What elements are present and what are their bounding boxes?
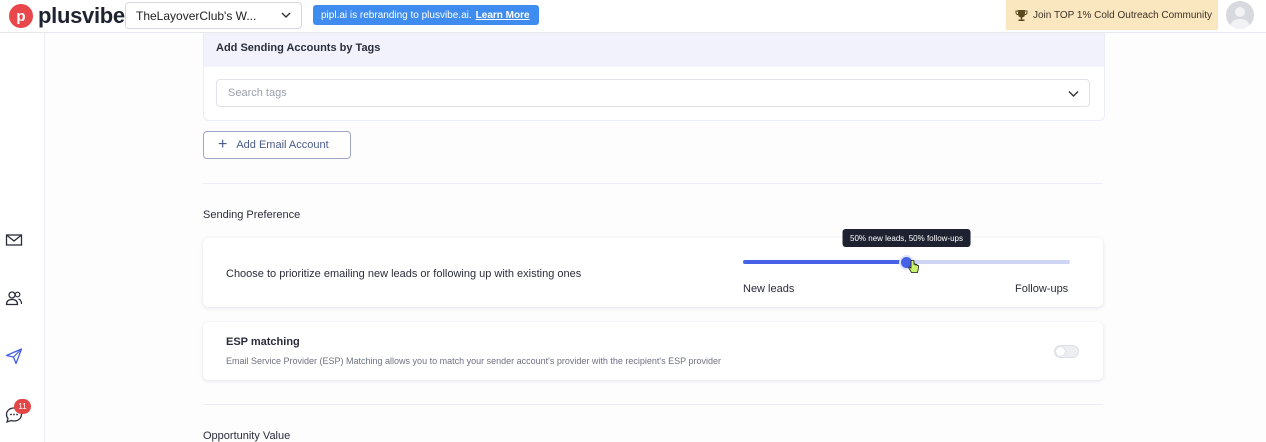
workspace-name: TheLayoverClub's W...: [136, 8, 257, 23]
slider-label-follow-ups: Follow-ups: [1015, 283, 1069, 295]
send-icon[interactable]: [5, 347, 23, 365]
main-content: Add Sending Accounts by Tags Search tags…: [45, 33, 1266, 442]
chevron-down-icon: [281, 12, 291, 18]
community-text: Join TOP 1% Cold Outreach Community: [1033, 9, 1212, 21]
avatar-silhouette-icon: [1230, 7, 1250, 29]
esp-matching-title: ESP matching: [226, 336, 300, 348]
sending-preference-card: Choose to prioritize emailing new leads …: [203, 229, 1103, 307]
plus-icon: +: [218, 136, 228, 153]
user-avatar[interactable]: [1226, 1, 1254, 29]
tags-panel-title: Add Sending Accounts by Tags: [216, 42, 381, 54]
preference-slider-tooltip: 50% new leads, 50% follow-ups: [842, 229, 971, 247]
tags-panel: Add Sending Accounts by Tags Search tags: [203, 33, 1105, 121]
search-tags-placeholder: Search tags: [228, 87, 287, 99]
learn-more-link[interactable]: Learn More: [476, 10, 530, 21]
toggle-knob: [1056, 347, 1065, 356]
esp-matching-card: ESP matching Email Service Provider (ESP…: [203, 322, 1103, 380]
top-bar: p plusvibe TheLayoverClub's W... pipl.ai…: [0, 0, 1266, 33]
logo-text: plusvibe: [38, 3, 125, 28]
workspace-selector[interactable]: TheLayoverClub's W...: [125, 2, 302, 29]
chat-unread-badge: 11: [14, 399, 31, 414]
tags-panel-header: Add Sending Accounts by Tags: [204, 33, 1104, 67]
add-email-account-button[interactable]: + Add Email Account: [203, 131, 351, 159]
hand-cursor-icon: [907, 260, 919, 273]
trophy-icon: [1015, 9, 1028, 21]
rebrand-banner: pipl.ai is rebranding to plusvibe.ai. Le…: [313, 5, 539, 25]
section-divider: [203, 404, 1103, 405]
add-email-label: Add Email Account: [236, 139, 329, 151]
sending-preference-description: Choose to prioritize emailing new leads …: [226, 268, 582, 280]
slider-label-new-leads: New leads: [743, 283, 795, 295]
search-tags-input[interactable]: Search tags: [216, 79, 1090, 107]
mail-icon[interactable]: [5, 231, 23, 249]
sending-preference-title: Sending Preference: [203, 209, 301, 221]
opportunity-value-title: Opportunity Value: [203, 430, 291, 442]
esp-matching-description: Email Service Provider (ESP) Matching al…: [226, 356, 721, 366]
plusvibe-logo[interactable]: p plusvibe: [9, 2, 125, 30]
chevron-down-icon: [1068, 91, 1079, 97]
section-divider: [203, 183, 1103, 184]
users-icon[interactable]: [5, 289, 23, 307]
community-banner[interactable]: Join TOP 1% Cold Outreach Community: [1006, 0, 1218, 30]
banner-text: pipl.ai is rebranding to plusvibe.ai.: [321, 9, 472, 21]
sidebar: 11: [0, 33, 45, 442]
esp-matching-toggle[interactable]: [1054, 345, 1079, 358]
logo-mark: p: [9, 4, 33, 28]
preference-slider-fill: [743, 260, 907, 264]
